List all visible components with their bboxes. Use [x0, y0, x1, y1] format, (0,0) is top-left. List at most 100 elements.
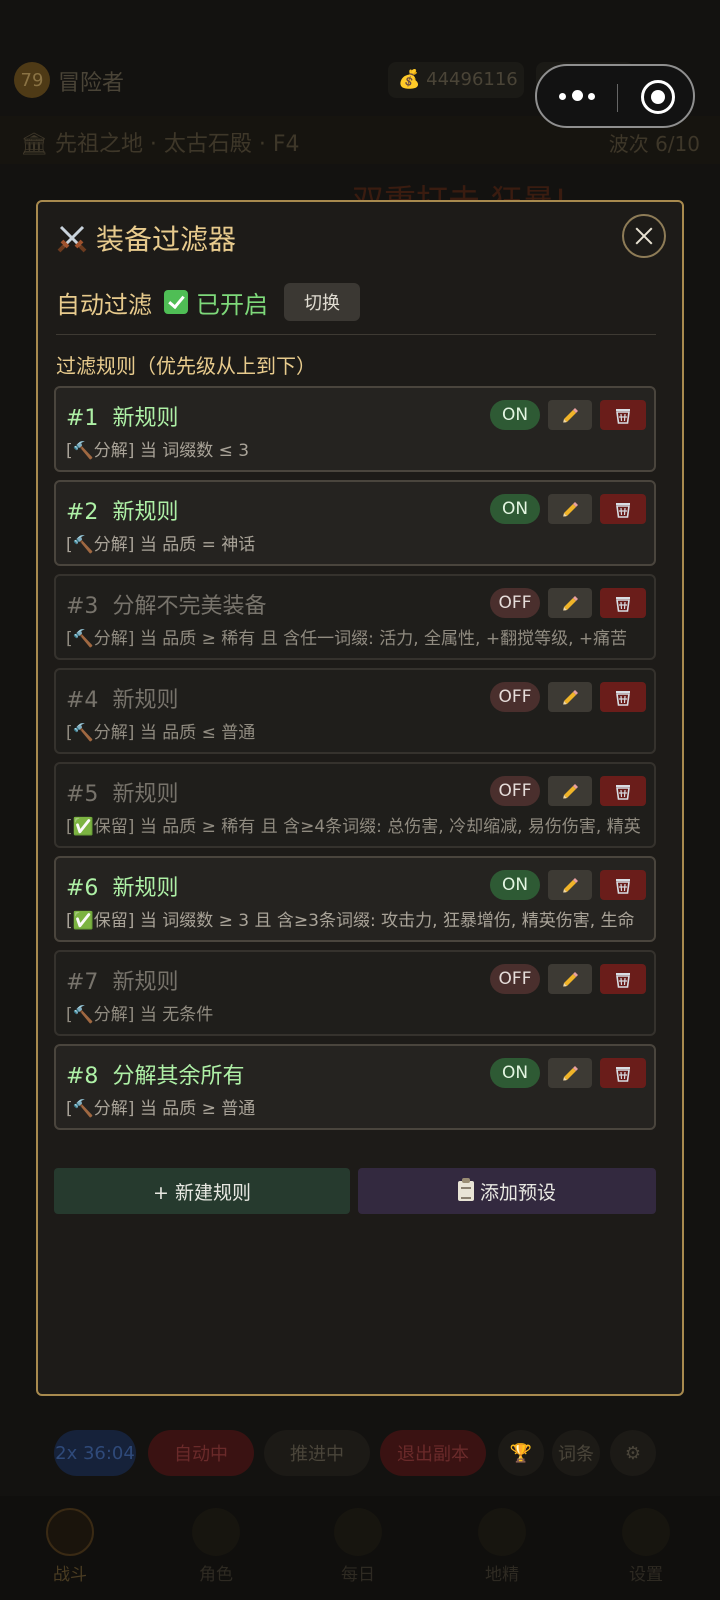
trash-icon[interactable] — [600, 682, 646, 712]
rule-description: [🔨分解] 当 品质 ≥ 普通 — [66, 1099, 256, 1119]
rule-description: [🔨分解] 当 无条件 — [66, 1005, 214, 1025]
filter-rule-card[interactable]: #3 分解不完美装备 OFF [🔨分解] 当 品质 ≥ 稀有 且 含任一词缀: 活力… — [54, 574, 656, 660]
rule-index: #2 — [66, 500, 99, 525]
gold-counter: 💰 44496116 — [388, 62, 524, 98]
nav-character[interactable]: 角色 — [176, 1508, 256, 1585]
pencil-icon[interactable] — [548, 776, 592, 806]
checkmark-icon — [164, 290, 188, 314]
trash-icon[interactable] — [600, 588, 646, 618]
rule-description: [🔨分解] 当 品质 = 神话 — [66, 535, 256, 555]
rule-toggle-button[interactable]: OFF — [490, 682, 540, 712]
new-rule-button[interactable]: + 新建规则 — [54, 1168, 350, 1214]
nav-label: 战斗 — [53, 1565, 87, 1585]
toggle-auto-filter-button[interactable]: 切换 — [284, 283, 360, 321]
battle-icon — [46, 1508, 94, 1556]
rule-toggle-button[interactable]: ON — [490, 400, 540, 430]
pencil-icon[interactable] — [548, 494, 592, 524]
rule-index: #3 — [66, 594, 99, 619]
trash-icon[interactable] — [600, 870, 646, 900]
dialog-title: 装备过滤器 — [56, 218, 236, 258]
rules-header: 过滤规则（优先级从上到下） — [56, 354, 316, 378]
rule-description: [🔨分解] 当 品质 ≤ 普通 — [66, 723, 256, 743]
daily-icon — [334, 1508, 382, 1556]
settings-gear-icon[interactable]: ⚙ — [610, 1430, 656, 1476]
affix-button[interactable]: 词条 — [552, 1430, 600, 1476]
bottom-navigation: 战斗 角色 每日 地精 设置 — [0, 1496, 720, 1600]
pencil-icon[interactable] — [548, 400, 592, 430]
rule-toggle-button[interactable]: ON — [490, 1058, 540, 1088]
trash-icon[interactable] — [600, 1058, 646, 1088]
nav-label: 设置 — [629, 1565, 663, 1585]
pencil-icon[interactable] — [548, 870, 592, 900]
close-miniprogram-icon[interactable] — [641, 80, 675, 114]
rule-title: #5 新规则 — [66, 776, 178, 808]
rule-toggle-button[interactable]: ON — [490, 870, 540, 900]
bottom-action-bar: 2x 36:04 自动中 推进中 退出副本 🏆 词条 ⚙ — [0, 1430, 720, 1480]
player-name: 冒险者 — [58, 71, 125, 96]
rule-index: #8 — [66, 1064, 99, 1089]
nav-daily[interactable]: 每日 — [318, 1508, 398, 1585]
pencil-icon[interactable] — [548, 1058, 592, 1088]
nav-label: 角色 — [199, 1565, 233, 1585]
divider — [56, 334, 656, 335]
capsule-divider — [617, 84, 618, 112]
rule-index: #1 — [66, 406, 99, 431]
nav-settings[interactable]: 设置 — [606, 1508, 686, 1585]
rule-description: [🔨分解] 当 品质 ≥ 稀有 且 含任一词缀: 活力, 全属性, +翻搅等级,… — [66, 629, 628, 649]
wave-counter: 波次 6/10 — [608, 132, 700, 156]
rule-name: 新规则 — [112, 970, 179, 995]
pencil-icon[interactable] — [548, 964, 592, 994]
crossed-swords-icon — [56, 222, 88, 254]
goblin-icon — [478, 1508, 526, 1556]
nav-label: 每日 — [341, 1565, 375, 1585]
rule-description: [🔨分解] 当 词缀数 ≤ 3 — [66, 441, 250, 461]
location-value: 先祖之地 · 太古石殿 · F4 — [54, 132, 300, 157]
nav-battle[interactable]: 战斗 — [30, 1508, 110, 1585]
equipment-filter-dialog: 装备过滤器 自动过滤 已开启 切换 过滤规则（优先级从上到下） #1 新规则 ON… — [36, 200, 684, 1396]
rule-title: #1 新规则 — [66, 400, 178, 432]
rule-toggle-button[interactable]: OFF — [490, 964, 540, 994]
exit-dungeon-button[interactable]: 退出副本 — [380, 1430, 486, 1476]
settings-icon — [622, 1508, 670, 1556]
rule-title: #6 新规则 — [66, 870, 178, 902]
filter-rule-card[interactable]: #7 新规则 OFF [🔨分解] 当 无条件 — [54, 950, 656, 1036]
trophy-icon[interactable]: 🏆 — [498, 1430, 544, 1476]
rule-toggle-button[interactable]: OFF — [490, 776, 540, 806]
rule-title: #7 新规则 — [66, 964, 178, 996]
trash-icon[interactable] — [600, 964, 646, 994]
rule-name: 新规则 — [112, 500, 179, 525]
trash-icon[interactable] — [600, 400, 646, 430]
advance-button[interactable]: 推进中 — [264, 1430, 370, 1476]
nav-goblin[interactable]: 地精 — [462, 1508, 542, 1585]
speed-button[interactable]: 2x 36:04 — [54, 1430, 136, 1476]
filter-rule-card[interactable]: #2 新规则 ON [🔨分解] 当 品质 = 神话 — [54, 480, 656, 566]
rule-title: #2 新规则 — [66, 494, 178, 526]
filter-rule-card[interactable]: #1 新规则 ON [🔨分解] 当 词缀数 ≤ 3 — [54, 386, 656, 472]
close-button[interactable] — [622, 214, 666, 258]
rule-name: 分解其余所有 — [112, 1064, 245, 1089]
pencil-icon[interactable] — [548, 682, 592, 712]
rule-description: [✅保留] 当 词缀数 ≥ 3 且 含≥3条词缀: 攻击力, 狂暴增伤, 精英伤… — [66, 911, 635, 931]
clipboard-icon — [457, 1178, 474, 1201]
pencil-icon[interactable] — [548, 588, 592, 618]
rule-index: #4 — [66, 688, 99, 713]
auto-battle-button[interactable]: 自动中 — [148, 1430, 254, 1476]
trash-icon[interactable] — [600, 494, 646, 524]
filter-rule-card[interactable]: #4 新规则 OFF [🔨分解] 当 品质 ≤ 普通 — [54, 668, 656, 754]
miniprogram-capsule — [535, 64, 695, 128]
gold-value: 44496116 — [426, 69, 518, 90]
rule-title: #4 新规则 — [66, 682, 178, 714]
rule-name: 新规则 — [112, 688, 179, 713]
filter-rule-card[interactable]: #5 新规则 OFF [✅保留] 当 品质 ≥ 稀有 且 含≥4条词缀: 总伤害, … — [54, 762, 656, 848]
dialog-title-text: 装备过滤器 — [96, 223, 237, 256]
rule-toggle-button[interactable]: OFF — [490, 588, 540, 618]
rule-name: 新规则 — [112, 406, 179, 431]
filter-rule-card[interactable]: #8 分解其余所有 ON [🔨分解] 当 品质 ≥ 普通 — [54, 1044, 656, 1130]
trash-icon[interactable] — [600, 776, 646, 806]
rule-toggle-button[interactable]: ON — [490, 494, 540, 524]
add-preset-button[interactable]: 添加预设 — [358, 1168, 656, 1214]
more-options-icon[interactable] — [559, 86, 599, 106]
add-preset-label: 添加预设 — [479, 1181, 556, 1204]
auto-filter-row: 自动过滤 已开启 切换 — [56, 282, 360, 322]
filter-rule-card[interactable]: #6 新规则 ON [✅保留] 当 词缀数 ≥ 3 且 含≥3条词缀: 攻击力, 狂… — [54, 856, 656, 942]
